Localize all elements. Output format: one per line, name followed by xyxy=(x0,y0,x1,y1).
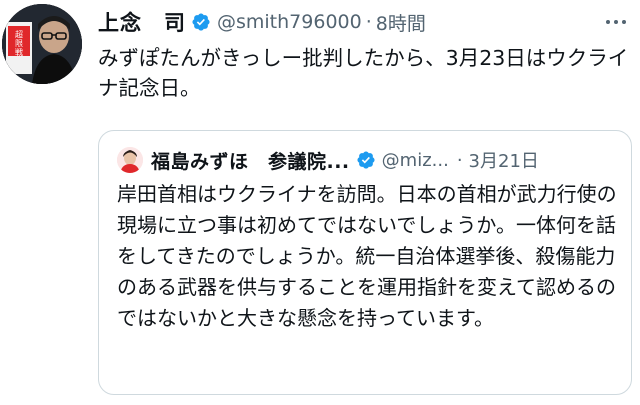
verified-badge-icon xyxy=(192,13,210,31)
quoted-author-handle[interactable]: @miz... xyxy=(382,150,449,171)
svg-text:超: 超 xyxy=(15,29,23,39)
quoted-tweet[interactable]: 福島みずほ 参議院... @miz... · 3月21日 岸田首相はウクライナを… xyxy=(98,130,632,395)
quoted-tweet-header: 福島みずほ 参議院... @miz... · 3月21日 xyxy=(117,147,539,173)
quoted-author-avatar[interactable] xyxy=(117,147,143,173)
svg-text:限: 限 xyxy=(15,39,23,48)
author-avatar[interactable]: 超 限 戦 xyxy=(2,4,82,84)
quoted-tweet-timestamp[interactable]: 3月21日 xyxy=(469,147,539,173)
separator-dot: · xyxy=(456,149,463,171)
tweet[interactable]: 超 限 戦 上念 司 @smith796000 · 8時間 みずぽたんがきっしー… xyxy=(0,0,640,405)
quoted-author-name[interactable]: 福島みずほ 参議院... xyxy=(151,147,350,174)
separator-dot: · xyxy=(365,11,372,33)
author-name[interactable]: 上念 司 xyxy=(98,7,186,37)
tweet-header: 上念 司 @smith796000 · 8時間 xyxy=(98,8,426,36)
tweet-text: みずぽたんがきっしー批判したから、3月23日はウクライナ記念日。 xyxy=(98,46,629,100)
quoted-tweet-text: 岸田首相はウクライナを訪問。日本の首相が武力行使の現場に立つ事は初めてではないで… xyxy=(117,182,617,330)
verified-badge-icon xyxy=(357,151,375,169)
more-horizontal-icon[interactable] xyxy=(604,12,628,32)
svg-text:戦: 戦 xyxy=(15,47,23,57)
author-handle[interactable]: @smith796000 xyxy=(217,11,362,33)
tweet-timestamp[interactable]: 8時間 xyxy=(376,9,426,36)
